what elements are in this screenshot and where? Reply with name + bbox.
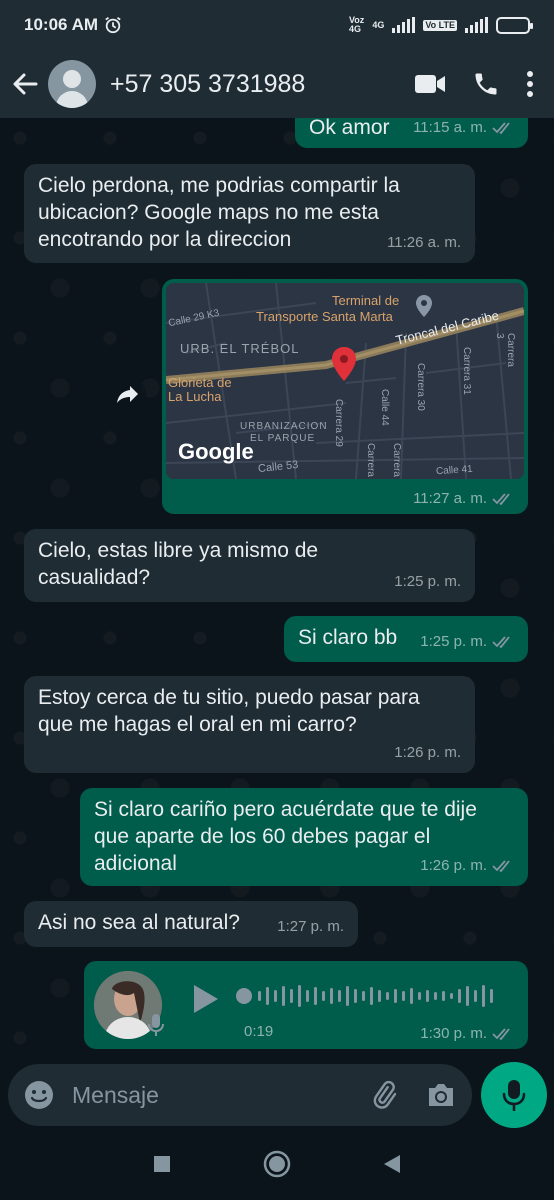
- message-time: 11:15 a. m.: [413, 119, 487, 136]
- map-label: Carrera 30: [415, 363, 426, 411]
- chat-header: +57 305 3731988: [0, 50, 554, 118]
- map-label: Terminal de: [332, 293, 400, 308]
- map-label: Carrera 3: [494, 333, 516, 367]
- recents-icon[interactable]: [153, 1155, 171, 1173]
- message-time: 1:30 p. m.: [420, 1025, 487, 1042]
- voice-duration: 0:19: [244, 1023, 274, 1040]
- message-text: Asi no sea al natural?: [38, 911, 240, 934]
- message-incoming[interactable]: Estoy cerca de tu sitio, puedo pasar par…: [24, 676, 475, 773]
- voice-message[interactable]: 0:19 1:30 p. m.: [84, 961, 528, 1049]
- chat-area[interactable]: Ok amor 11:15 a. m. Cielo perdona, me po…: [0, 118, 554, 1062]
- back-arrow-icon[interactable]: [10, 69, 40, 99]
- volte-indicator: Vo LTE: [423, 19, 457, 31]
- message-time: 11:26 a. m.: [387, 234, 461, 251]
- message-text: Cielo perdona, me podrias compartir la u…: [38, 174, 400, 251]
- message-outgoing[interactable]: Ok amor 11:15 a. m.: [295, 118, 528, 148]
- message-text: Cielo, estas libre ya mismo de casualida…: [38, 539, 319, 589]
- emoji-icon[interactable]: [24, 1080, 54, 1110]
- back-nav-icon[interactable]: [383, 1154, 401, 1174]
- map-label: Calle 44: [379, 389, 390, 426]
- contact-name[interactable]: +57 305 3731988: [110, 70, 305, 99]
- map-label: Carrera 31: [461, 347, 472, 395]
- message-incoming[interactable]: Cielo perdona, me podrias compartir la u…: [24, 164, 475, 263]
- map-label: Transporte Santa Marta: [256, 309, 393, 324]
- attach-icon[interactable]: [368, 1079, 400, 1111]
- message-time: 1:25 p. m.: [394, 573, 461, 590]
- message-text: Si claro bb: [298, 626, 398, 649]
- read-ticks-icon: [492, 636, 510, 648]
- read-ticks-icon: [492, 493, 510, 505]
- status-bar: 10:06 AM Voz 4G 4G Vo LTE: [0, 0, 554, 50]
- mic-icon: [502, 1080, 526, 1111]
- status-time: 10:06 AM: [24, 15, 99, 34]
- map-label: La Lucha: [168, 389, 222, 404]
- network-indicator: 4G: [372, 19, 385, 30]
- message-time: 11:27 a. m.: [413, 490, 487, 507]
- voice-waveform[interactable]: [234, 981, 514, 1011]
- forward-icon[interactable]: [110, 376, 146, 412]
- play-icon[interactable]: [192, 983, 220, 1015]
- signal-icon-2: [465, 17, 488, 33]
- map-label: Carrera 29: [333, 399, 344, 447]
- read-ticks-icon: [492, 860, 510, 872]
- signal-icon: [392, 17, 416, 33]
- map-label: EL PARQUE: [250, 433, 316, 444]
- message-incoming[interactable]: Asi no sea al natural? 1:27 p. m.: [24, 901, 358, 947]
- read-ticks-icon: [492, 1028, 510, 1040]
- phone-icon[interactable]: [472, 70, 500, 98]
- map-label: Glorieta de: [168, 375, 232, 390]
- mic-icon: [148, 1014, 164, 1036]
- message-text: Estoy cerca de tu sitio, puedo pasar par…: [38, 686, 420, 736]
- map-label: URBANIZACION: [240, 421, 328, 432]
- google-logo: Google: [178, 439, 254, 464]
- map-label: Carrera: [365, 443, 376, 477]
- message-outgoing[interactable]: Si claro bb 1:25 p. m.: [284, 616, 528, 662]
- message-incoming[interactable]: Cielo, estas libre ya mismo de casualida…: [24, 529, 475, 602]
- message-outgoing[interactable]: Si claro cariño pero acuérdate que te di…: [80, 788, 528, 886]
- location-message[interactable]: Terminal de Transporte Santa Marta Tronc…: [162, 279, 528, 514]
- menu-dots-icon[interactable]: [526, 71, 534, 97]
- voz-indicator: Voz 4G: [348, 15, 365, 34]
- message-time: 1:25 p. m.: [420, 633, 487, 650]
- voice-record-button[interactable]: [481, 1062, 547, 1128]
- map-preview[interactable]: Terminal de Transporte Santa Marta Tronc…: [166, 283, 524, 479]
- map-label: Carrera: [391, 443, 402, 477]
- video-call-icon[interactable]: [414, 73, 446, 95]
- message-field-container[interactable]: [8, 1064, 472, 1126]
- battery-icon: [496, 16, 533, 34]
- message-time: 1:27 p. m.: [277, 918, 344, 935]
- message-text: Ok amor: [309, 118, 390, 139]
- camera-icon[interactable]: [426, 1082, 456, 1108]
- message-time: 1:26 p. m.: [394, 744, 461, 761]
- contact-avatar[interactable]: [48, 60, 96, 108]
- message-input[interactable]: [72, 1081, 312, 1109]
- alarm-icon: [105, 17, 121, 34]
- message-time: 1:26 p. m.: [420, 857, 487, 874]
- system-navbar: [0, 1128, 554, 1200]
- map-label: URB. EL TRÉBOL: [180, 341, 300, 356]
- compose-bar: [0, 1062, 554, 1128]
- home-icon[interactable]: [263, 1150, 291, 1178]
- read-ticks-icon: [492, 122, 510, 134]
